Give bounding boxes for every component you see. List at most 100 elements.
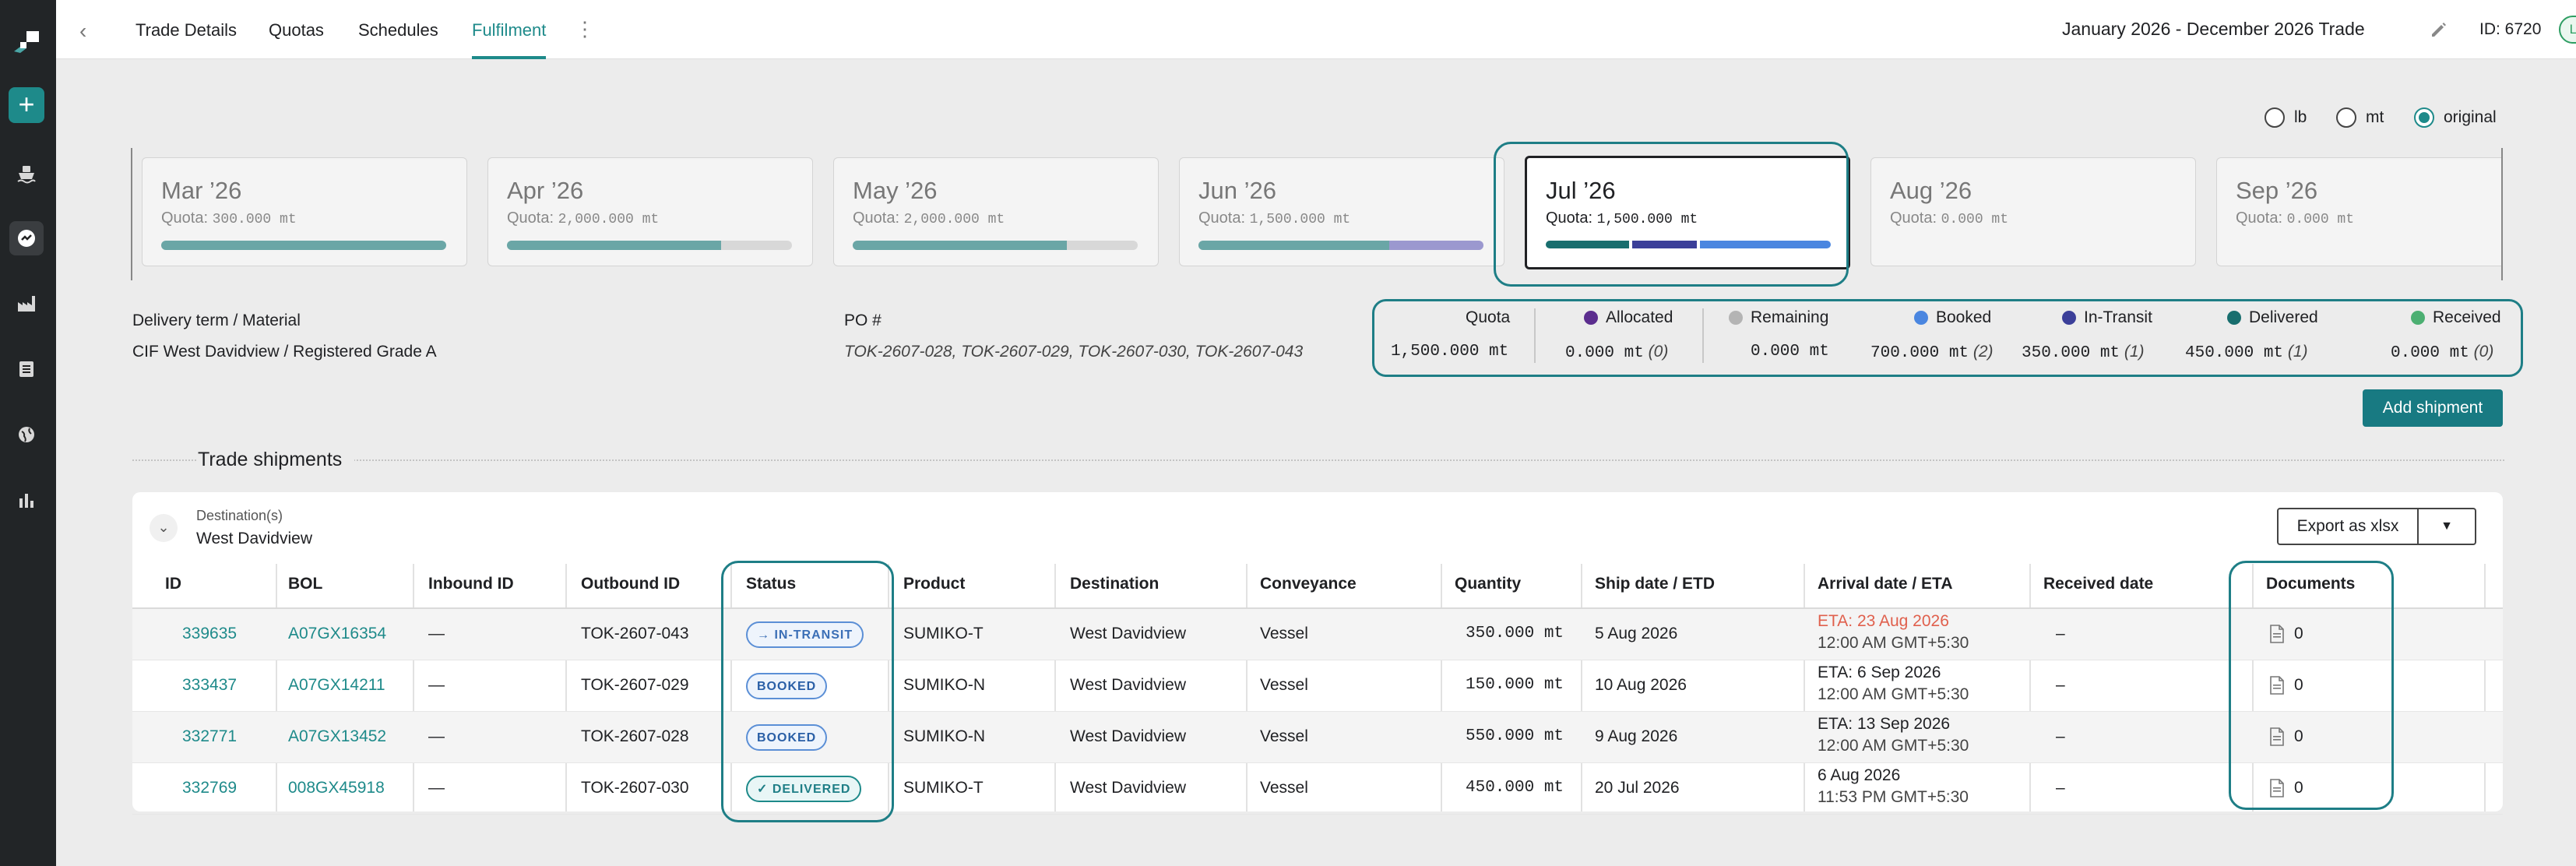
shipments-card: ⌄ Destination(s) West Davidview Export a… [132, 492, 2503, 815]
add-icon[interactable]: + [9, 87, 44, 123]
analytics-icon[interactable] [9, 483, 44, 517]
shipment-id-link[interactable]: 332769 [182, 779, 237, 797]
received-date: – [2056, 625, 2065, 642]
quantity: 350.000 mt [1466, 625, 1564, 642]
unit-label: lb [2294, 108, 2307, 126]
bol-link[interactable]: 008GX45918 [288, 779, 385, 797]
export-xlsx-button[interactable]: Export as xlsx ▼ [2277, 508, 2476, 545]
booked-dot [1914, 311, 1928, 325]
month-card[interactable]: Mar ’26 Quota: 300.000 mt [142, 157, 467, 266]
in-transit-dot [2062, 311, 2076, 325]
month-card[interactable]: Jun ’26 Quota: 1,500.000 mt [1179, 157, 1504, 266]
bol-link[interactable]: A07GX14211 [288, 676, 385, 695]
unit-label: mt [2366, 108, 2384, 126]
conveyance: Vessel [1260, 779, 1308, 797]
unit-option-original[interactable]: original [2414, 107, 2497, 128]
stat-quota-label: Quota [1466, 308, 1511, 326]
stat-in-transit-label: In-Transit [2062, 308, 2152, 327]
radio-icon[interactable] [2336, 107, 2356, 128]
stat-remaining-value: 0.000 mt [1751, 343, 1829, 361]
column-header[interactable]: Outbound ID [581, 575, 680, 593]
unit-option-mt[interactable]: mt [2336, 107, 2384, 128]
stat-booked-value: 700.000 mt (2) [1870, 343, 1994, 362]
progress-segment [1389, 241, 1483, 250]
column-header[interactable]: Quantity [1455, 575, 1521, 593]
edit-pencil-icon[interactable] [2428, 19, 2450, 40]
stat-booked-label: Booked [1914, 308, 1991, 327]
tab-quotas[interactable]: Quotas [269, 0, 324, 59]
tab-fulfilment[interactable]: Fulfilment [472, 0, 547, 59]
column-header[interactable]: Destination [1070, 575, 1159, 593]
destination: West Davidview [1070, 727, 1186, 745]
month-progress-bar [161, 241, 446, 250]
month-quota: Quota: 0.000 mt [2236, 209, 2355, 227]
column-header[interactable]: Received date [2043, 575, 2153, 593]
document-list-icon[interactable] [9, 352, 44, 386]
month-card[interactable]: May ’26 Quota: 2,000.000 mt [833, 157, 1159, 266]
globe-icon[interactable] [9, 417, 44, 452]
collapse-chevron-icon[interactable]: ⌄ [150, 514, 178, 542]
quantity: 450.000 mt [1466, 779, 1564, 797]
month-card[interactable]: Aug ’26 Quota: 0.000 mt [1870, 157, 2196, 266]
shipment-id-link[interactable]: 332771 [182, 727, 237, 746]
column-header[interactable]: Ship date / ETD [1595, 575, 1715, 593]
trades-icon[interactable] [9, 221, 44, 255]
bol-link[interactable]: A07GX13452 [288, 727, 386, 746]
shipment-id-link[interactable]: 333437 [182, 676, 237, 695]
back-chevron-icon[interactable]: ‹ [79, 19, 86, 44]
more-vertical-icon[interactable]: ⋮ [575, 17, 595, 40]
factory-icon[interactable] [9, 287, 44, 321]
table-row[interactable]: 339635 A07GX16354— TOK-2607-043 → IN-TRANSI… [132, 609, 2503, 660]
radio-selected-icon[interactable] [2414, 107, 2434, 128]
stat-remaining-label: Remaining [1729, 308, 1828, 327]
column-header[interactable]: BOL [288, 575, 322, 593]
ship-date: 10 Aug 2026 [1595, 676, 1687, 694]
left-nav-rail: + [0, 0, 56, 866]
month-card[interactable]: Sep ’26 Quota: 0.000 mt [2216, 157, 2501, 266]
month-card[interactable]: Apr ’26 Quota: 2,000.000 mt [487, 157, 813, 266]
month-name: Jun ’26 [1198, 177, 1276, 204]
stat-delivered-value: 450.000 mt (1) [2185, 343, 2308, 362]
table-row[interactable]: 333437 A07GX14211— TOK-2607-029 BOOKED SUMIK… [132, 660, 2503, 712]
radio-icon[interactable] [2265, 107, 2285, 128]
column-header[interactable]: ID [165, 575, 181, 593]
export-label[interactable]: Export as xlsx [2279, 509, 2419, 544]
delivered-dot [2227, 311, 2241, 325]
outbound-id: TOK-2607-030 [581, 779, 689, 797]
month-quota: Quota: 1,500.000 mt [1198, 209, 1351, 227]
unit-label: original [2444, 108, 2497, 126]
month-name: May ’26 [853, 177, 938, 204]
progress-segment [161, 241, 446, 250]
app-logo-icon[interactable] [11, 28, 42, 56]
po-label: PO # [844, 312, 882, 329]
outbound-id: TOK-2607-028 [581, 727, 689, 745]
month-progress-bar [1198, 241, 1483, 250]
caret-down-icon[interactable]: ▼ [2419, 509, 2475, 544]
table-row[interactable]: 332771 A07GX13452— TOK-2607-028 BOOKED SUMIK… [132, 712, 2503, 763]
month-quota: Quota: 300.000 mt [161, 209, 297, 227]
ship-date: 9 Aug 2026 [1595, 727, 1678, 745]
tab-schedules[interactable]: Schedules [358, 0, 438, 59]
table-row[interactable]: 332769 008GX45918— TOK-2607-030 ✓ DELIVERED… [132, 763, 2503, 815]
stat-in-transit-value: 350.000 mt (1) [2022, 343, 2145, 362]
month-quota: Quota: 2,000.000 mt [853, 209, 1005, 227]
product: SUMIKO-N [903, 727, 985, 745]
trade-title: January 2026 - December 2026 Trade [2062, 19, 2365, 39]
shipment-id-link[interactable]: 339635 [182, 625, 237, 643]
column-header[interactable]: Conveyance [1260, 575, 1357, 593]
ship-icon[interactable] [9, 156, 44, 190]
month-quota: Quota: 0.000 mt [1890, 209, 2009, 227]
column-header[interactable]: Product [903, 575, 965, 593]
product: SUMIKO-N [903, 676, 985, 694]
unit-option-lb[interactable]: lb [2265, 107, 2307, 128]
strip-scroll-edge-right [2501, 148, 2503, 280]
column-header[interactable]: Inbound ID [428, 575, 514, 593]
column-header[interactable]: Arrival date / ETA [1818, 575, 1953, 593]
remaining-dot [1729, 311, 1743, 325]
outbound-id: TOK-2607-043 [581, 625, 689, 642]
tab-trade-details[interactable]: Trade Details [135, 0, 237, 59]
bol-link[interactable]: A07GX16354 [288, 625, 386, 643]
month-name: Aug ’26 [1890, 177, 1972, 204]
add-shipment-button[interactable]: Add shipment [2363, 389, 2503, 427]
arrival-date: ETA: 6 Sep 2026 [1818, 664, 1941, 681]
